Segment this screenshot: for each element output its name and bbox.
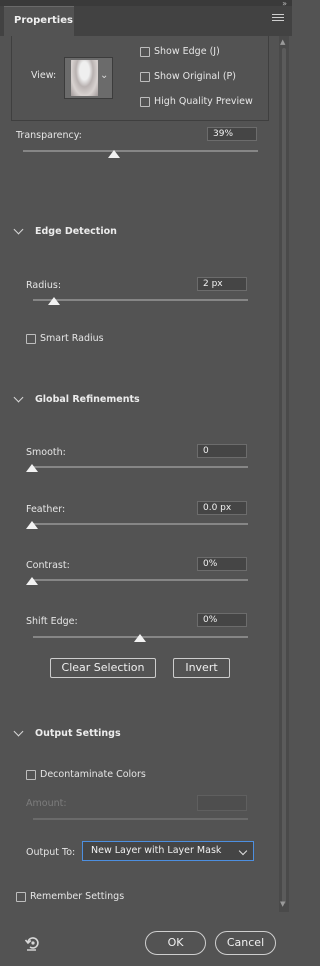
scroll-up-icon[interactable]: ▲: [280, 38, 285, 46]
view-label: View:: [31, 70, 57, 81]
smart-radius-checkbox[interactable]: [26, 334, 36, 344]
global-refinements-chevron-icon[interactable]: [13, 392, 24, 403]
remember-settings-checkbox[interactable]: [16, 892, 26, 902]
amount-slider: [33, 818, 248, 820]
smooth-field[interactable]: 0: [197, 444, 247, 458]
ok-button[interactable]: OK: [145, 931, 206, 955]
show-edge-checkbox[interactable]: [140, 47, 150, 57]
transparency-slider[interactable]: [23, 150, 258, 152]
invert-button[interactable]: Invert: [173, 658, 230, 678]
output-settings-chevron-icon[interactable]: [13, 726, 24, 737]
output-to-value: New Layer with Layer Mask: [91, 845, 222, 856]
output-settings-heading[interactable]: Output Settings: [35, 728, 121, 739]
smart-radius-label: Smart Radius: [40, 333, 104, 344]
contrast-label: Contrast:: [26, 560, 70, 571]
output-to-label: Output To:: [26, 847, 76, 858]
clear-selection-button[interactable]: Clear Selection: [50, 658, 156, 678]
reset-icon[interactable]: [24, 934, 42, 952]
contrast-slider[interactable]: [33, 579, 248, 581]
feather-field[interactable]: 0.0 px: [197, 501, 247, 515]
amount-label: Amount:: [26, 798, 67, 809]
high-quality-preview-checkbox[interactable]: [140, 97, 150, 107]
amount-field: [197, 795, 247, 811]
radius-slider-thumb[interactable]: [48, 297, 60, 305]
contrast-field[interactable]: 0%: [197, 557, 247, 571]
tab-properties-label: Properties: [14, 15, 73, 26]
contrast-slider-thumb[interactable]: [26, 577, 38, 585]
edge-detection-chevron-icon[interactable]: [13, 224, 24, 235]
high-quality-preview-label: High Quality Preview: [154, 96, 253, 107]
radius-slider[interactable]: [33, 299, 248, 301]
global-refinements-heading[interactable]: Global Refinements: [35, 394, 140, 405]
edge-detection-heading[interactable]: Edge Detection: [35, 226, 117, 237]
decontaminate-colors-label: Decontaminate Colors: [40, 769, 146, 780]
show-original-label: Show Original (P): [154, 71, 236, 82]
radius-label: Radius:: [26, 280, 62, 291]
cancel-button[interactable]: Cancel: [215, 931, 276, 955]
shift-edge-slider-thumb[interactable]: [134, 634, 146, 642]
view-mode-dropdown[interactable]: ⌄: [64, 57, 113, 99]
feather-label: Feather:: [26, 504, 66, 515]
show-original-checkbox[interactable]: [140, 72, 150, 82]
transparency-slider-thumb[interactable]: [108, 150, 120, 158]
remember-settings-label: Remember Settings: [30, 891, 125, 902]
scroll-down-icon[interactable]: ▼: [280, 900, 285, 908]
shift-edge-field[interactable]: 0%: [197, 613, 247, 627]
scrollbar-thumb[interactable]: [282, 48, 286, 904]
chevron-down-icon: ⌄: [100, 70, 109, 81]
output-to-select[interactable]: New Layer with Layer Mask: [82, 841, 254, 861]
smooth-slider[interactable]: [33, 466, 248, 468]
transparency-label: Transparency:: [16, 130, 82, 141]
transparency-field[interactable]: 39%: [207, 127, 257, 141]
smooth-slider-thumb[interactable]: [26, 464, 38, 472]
radius-field[interactable]: 2 px: [197, 277, 247, 291]
feather-slider[interactable]: [33, 523, 248, 525]
shift-edge-label: Shift Edge:: [26, 616, 78, 627]
panel-menu-icon[interactable]: [272, 14, 284, 23]
smooth-label: Smooth:: [26, 447, 66, 458]
show-edge-label: Show Edge (J): [154, 46, 220, 57]
decontaminate-colors-checkbox[interactable]: [26, 770, 36, 780]
chevron-down-icon: [238, 846, 248, 856]
feather-slider-thumb[interactable]: [26, 521, 38, 529]
view-mode-thumbnail: [71, 60, 98, 96]
